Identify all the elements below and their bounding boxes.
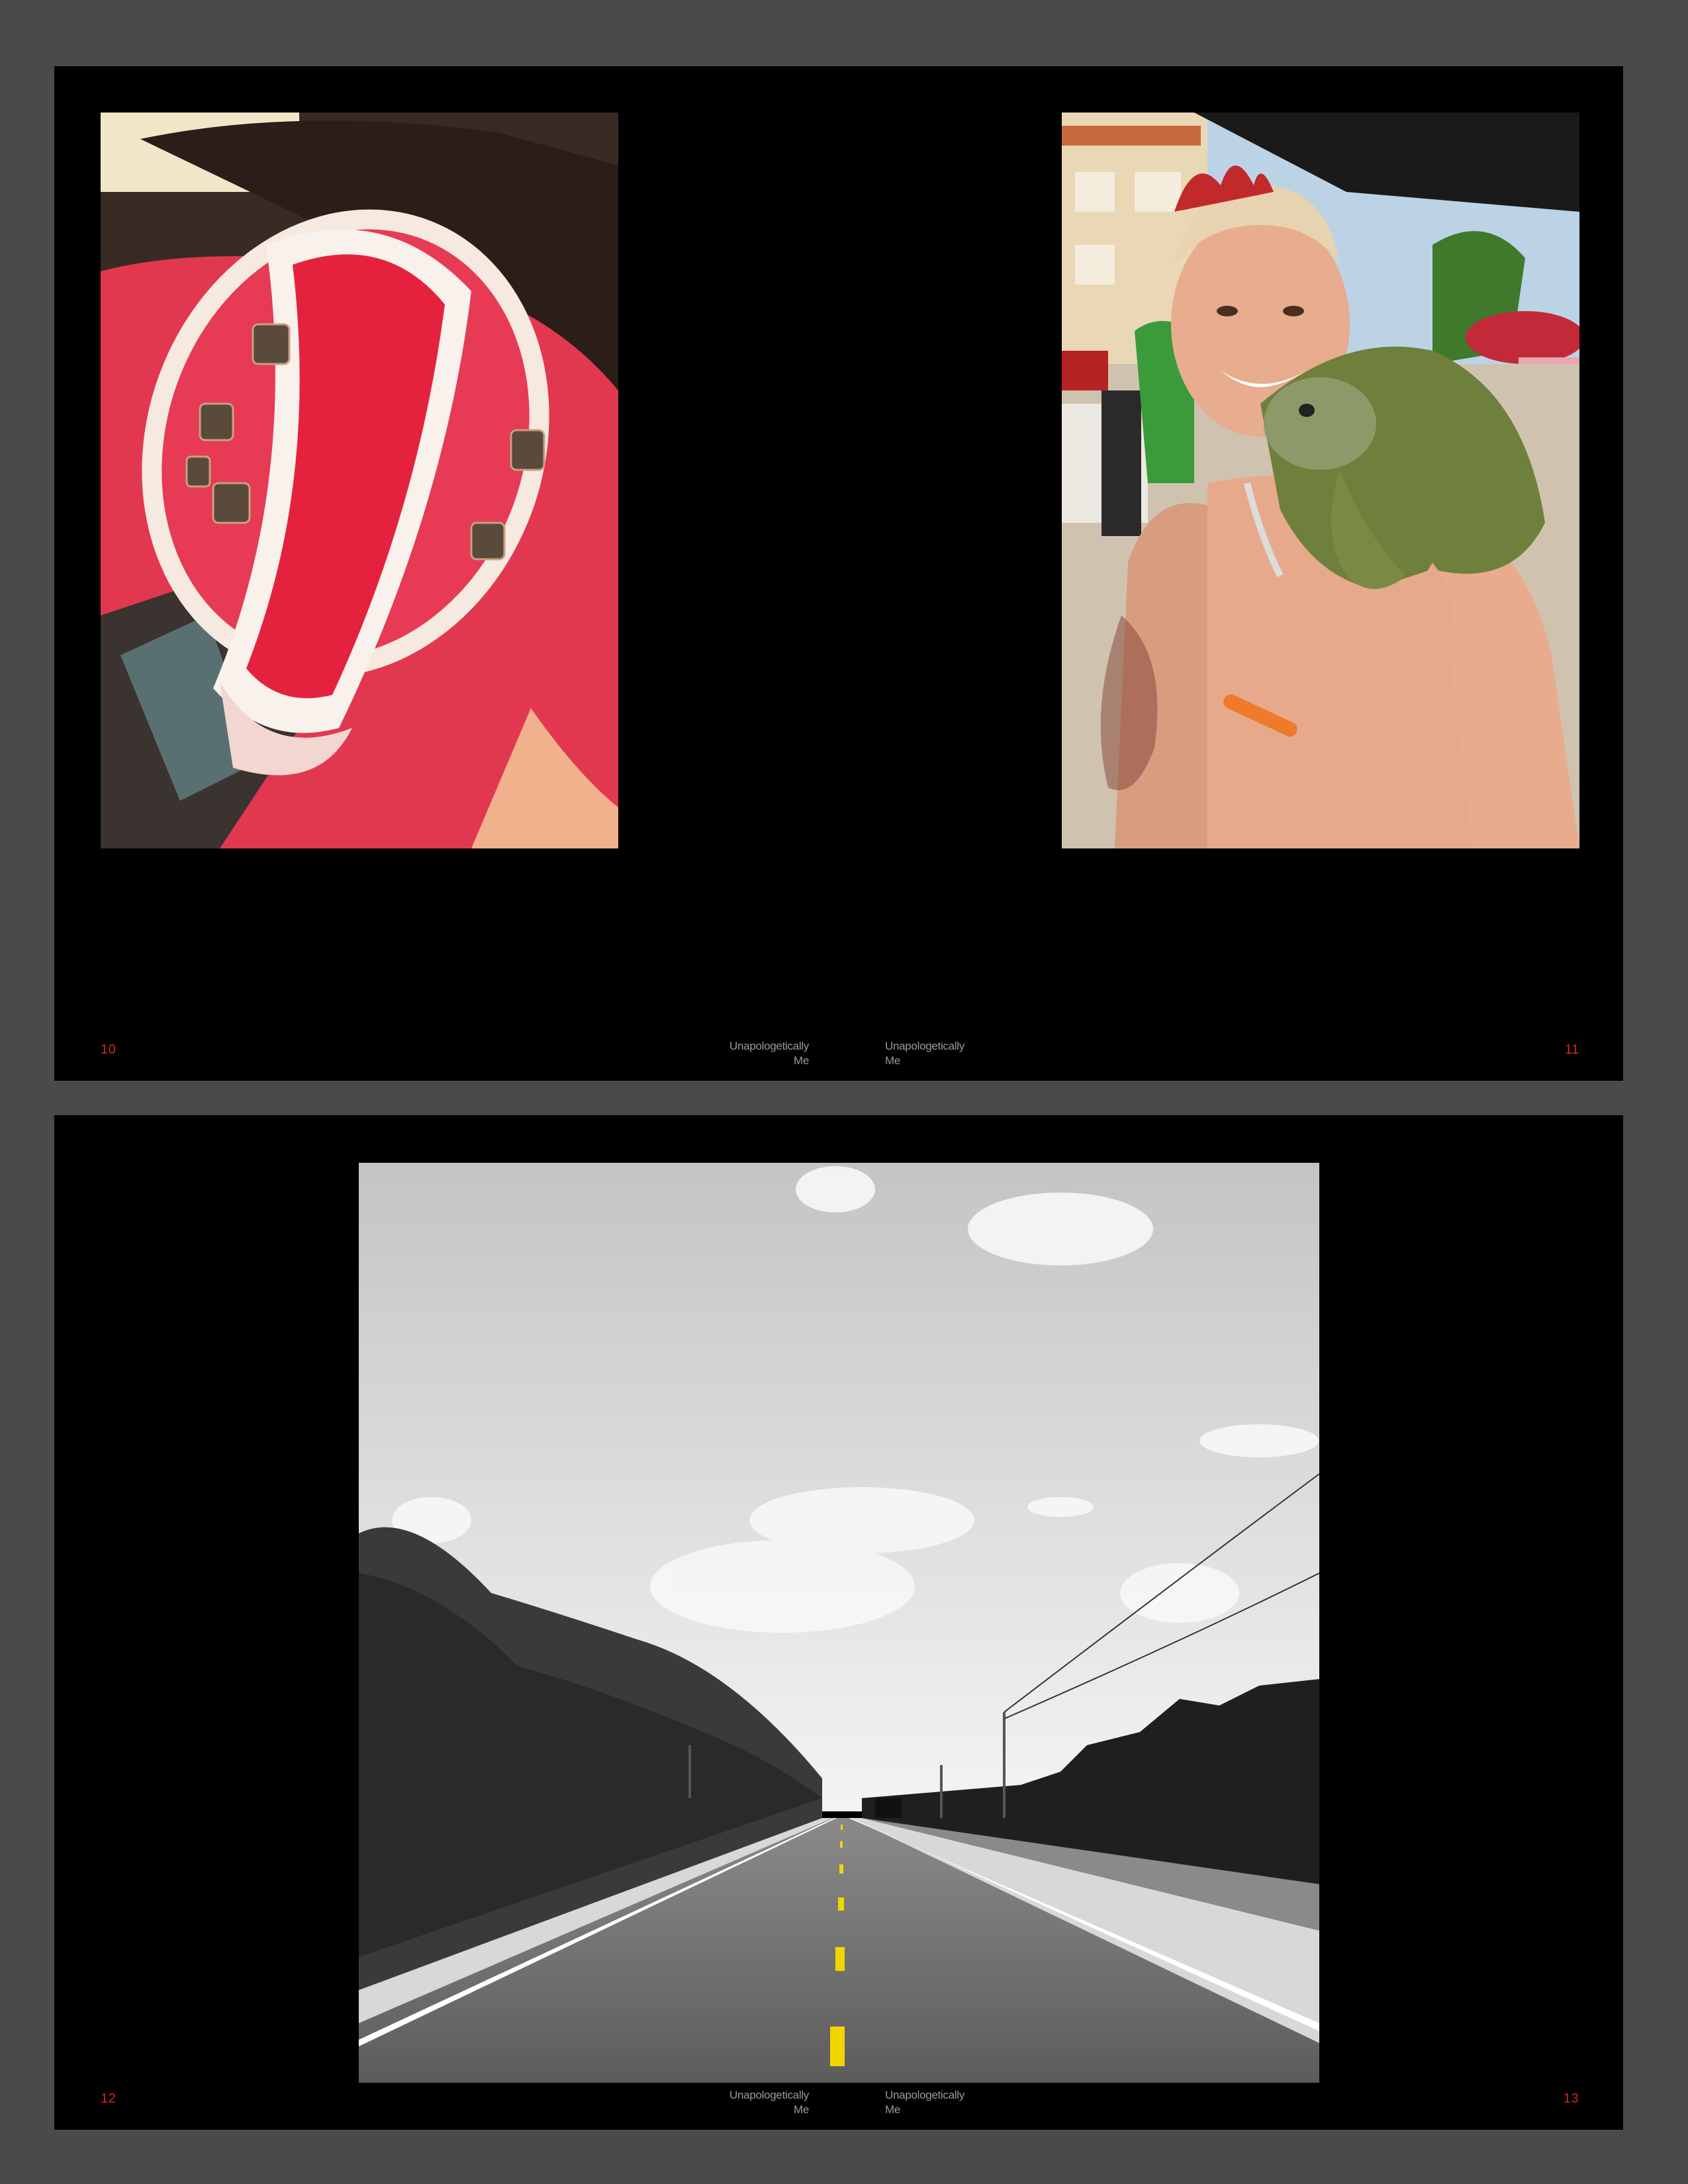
page-number-left: 12	[101, 2091, 117, 2106]
running-title-left: Unapologetically Me	[716, 2088, 809, 2117]
running-title-right: Unapologetically Me	[885, 2088, 991, 2117]
running-title-line1: Unapologetically	[885, 1040, 964, 1052]
running-title-line1: Unapologetically	[729, 1040, 809, 1052]
page-number-right: 13	[1564, 2091, 1579, 2106]
photo-road-yellow-line	[359, 1163, 1319, 2083]
spread-pages-10-11: 10 Unapologetically Me Unapologetically …	[54, 66, 1623, 1081]
photo-red-dyed-hair	[101, 113, 618, 848]
running-title-line2: Me	[793, 2103, 809, 2116]
running-title-line1: Unapologetically	[729, 2089, 809, 2101]
running-title-line2: Me	[793, 1054, 809, 1067]
photo-man-with-iguana	[1062, 113, 1579, 848]
spread-pages-12-13: 12 Unapologetically Me Unapologetically …	[54, 1115, 1623, 2130]
running-title-line2: Me	[885, 2103, 901, 2116]
running-title-line1: Unapologetically	[885, 2089, 964, 2101]
running-title-right: Unapologetically Me	[885, 1039, 991, 1068]
page-number-right: 11	[1565, 1042, 1579, 1057]
page-number-left: 10	[101, 1042, 117, 1057]
running-title-line2: Me	[885, 1054, 901, 1067]
running-title-left: Unapologetically Me	[716, 1039, 809, 1068]
